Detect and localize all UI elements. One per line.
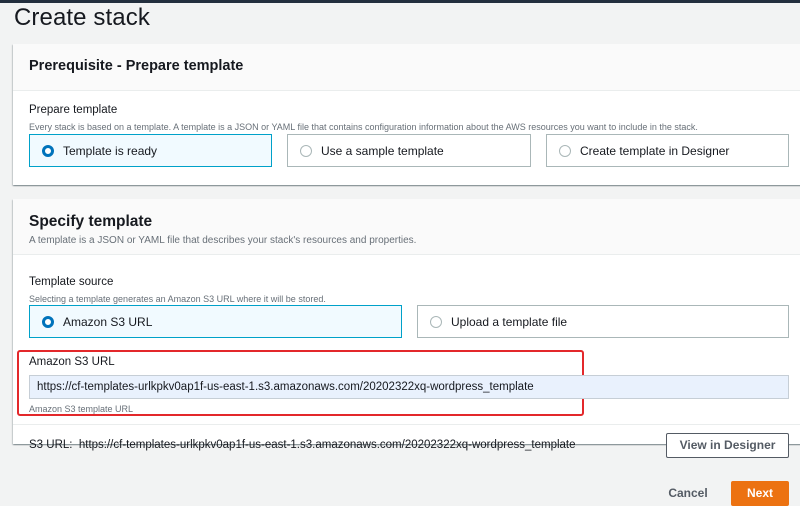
- divider: [13, 424, 800, 425]
- prerequisite-title: Prerequisite - Prepare template: [29, 58, 244, 74]
- s3-url-hint: Amazon S3 template URL: [29, 404, 134, 414]
- prepare-template-description: Every stack is based on a template. A te…: [29, 122, 698, 132]
- radio-unselected-icon[interactable]: [300, 144, 312, 157]
- option-label: Upload a template file: [451, 314, 568, 329]
- prerequisite-header: Prerequisite - Prepare template: [13, 44, 800, 91]
- specify-template-title: Specify template: [29, 213, 153, 230]
- cancel-button[interactable]: Cancel: [662, 482, 714, 504]
- option-template-is-ready[interactable]: Template is ready: [29, 134, 272, 167]
- template-source-label: Template source: [29, 276, 114, 288]
- top-navigation-bar: [0, 0, 800, 3]
- s3-url-summary-value: https://cf-templates-urlkpkv0ap1f-us-eas…: [78, 439, 576, 451]
- radio-selected-icon[interactable]: [42, 144, 54, 157]
- next-button[interactable]: Next: [731, 481, 789, 506]
- s3-url-summary: S3 URL: https://cf-templates-urlkpkv0ap1…: [29, 439, 576, 451]
- specify-template-description: A template is a JSON or YAML file that d…: [29, 235, 417, 246]
- prepare-template-label: Prepare template: [29, 104, 118, 116]
- radio-unselected-icon[interactable]: [430, 315, 442, 328]
- option-upload-template-file[interactable]: Upload a template file: [417, 305, 789, 338]
- option-label: Create template in Designer: [580, 143, 730, 158]
- option-create-template-in-designer[interactable]: Create template in Designer: [546, 134, 789, 167]
- s3-url-summary-label: S3 URL:: [29, 439, 73, 451]
- radio-unselected-icon[interactable]: [559, 144, 571, 157]
- template-source-description: Selecting a template generates an Amazon…: [29, 294, 326, 304]
- option-label: Use a sample template: [321, 143, 444, 158]
- radio-selected-icon[interactable]: [42, 315, 54, 328]
- option-label: Amazon S3 URL: [63, 314, 153, 329]
- option-use-sample-template[interactable]: Use a sample template: [287, 134, 531, 167]
- s3-url-input[interactable]: [29, 375, 789, 399]
- s3-url-label: Amazon S3 URL: [29, 356, 115, 368]
- view-in-designer-button[interactable]: View in Designer: [666, 433, 789, 458]
- option-amazon-s3-url[interactable]: Amazon S3 URL: [29, 305, 402, 338]
- page-title: Create stack: [14, 4, 150, 31]
- specify-template-header: Specify template A template is a JSON or…: [13, 199, 800, 255]
- option-label: Template is ready: [63, 143, 158, 158]
